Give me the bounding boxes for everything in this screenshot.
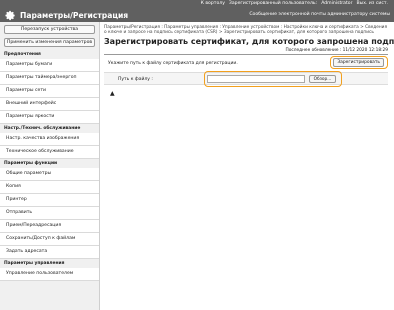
sidebar-item-paper[interactable]: Параметры бумаги	[0, 59, 99, 72]
scroll-top-icon[interactable]: ▲	[110, 90, 392, 97]
instruction-row: Укажите путь к файлу сертификата для рег…	[104, 56, 392, 70]
sidebar-item-copy[interactable]: Копия	[0, 181, 99, 194]
top-bar: К вортолу Зарегистрированный пользовател…	[0, 0, 394, 22]
admin-email-link[interactable]: Сообщение электронной почты администрато…	[249, 12, 390, 17]
sidebar-item-interface[interactable]: Внешний интерфейс	[0, 98, 99, 111]
page-header: Параметры/Регистрация	[5, 10, 128, 21]
apply-settings-button[interactable]: Применить изменения параметров	[4, 38, 95, 47]
divider	[104, 54, 388, 56]
main-content: Параметры/Регистрация : Параметры управл…	[104, 22, 394, 310]
sidebar-section-management: Параметры управления	[4, 261, 65, 266]
sidebar-section-functions: Параметры функции	[4, 161, 58, 166]
sidebar-section-preferences: Предпочтения	[4, 52, 41, 57]
portal-link[interactable]: К вортолу	[199, 1, 227, 9]
instruction-text: Укажите путь к файлу сертификата для рег…	[108, 61, 238, 67]
gear-icon	[5, 10, 15, 21]
user-name: Administrator	[321, 1, 353, 6]
header-links: К вортолу Зарегистрированный пользовател…	[199, 1, 390, 9]
sidebar-item-maintenance[interactable]: Техническое обслуживание	[0, 146, 99, 159]
sidebar-item-destination[interactable]: Задать адресата	[0, 246, 99, 259]
sidebar-item-printer[interactable]: Принтер	[0, 194, 99, 207]
sidebar-item-user-management[interactable]: Управление пользователем	[0, 268, 99, 281]
sidebar-item-network[interactable]: Параметры сети	[0, 85, 99, 98]
sidebar-item-send[interactable]: Отправить	[0, 207, 99, 220]
logout-link[interactable]: Вых. из сист.	[355, 1, 390, 9]
sidebar-item-store-access[interactable]: Сохранить/Доступ к файлам	[0, 233, 99, 246]
breadcrumb: Параметры/Регистрация : Параметры управл…	[104, 25, 388, 36]
file-path-label: Путь к файлу :	[118, 77, 153, 83]
register-highlight	[330, 56, 388, 70]
sidebar-item-image-quality[interactable]: Настр. качества изображения	[0, 133, 99, 146]
sidebar-item-brightness[interactable]: Параметры яркости	[0, 111, 99, 124]
last-update: Последнее обновление : 11/12 2020 12:18:…	[285, 48, 388, 54]
file-path-row: Путь к файлу : Обзор...	[104, 71, 388, 88]
registered-user-label: Зарегистрированный пользователь:	[228, 1, 318, 6]
file-input-highlight	[204, 71, 342, 88]
sidebar-item-receive[interactable]: Прием/Переадресация	[0, 220, 99, 233]
restart-device-button[interactable]: Перезапуск устройства	[4, 25, 95, 34]
page-title: Зарегистрировать сертификат, для которог…	[104, 37, 394, 47]
app-title: Параметры/Регистрация	[20, 11, 129, 20]
sidebar: Перезапуск устройства Применить изменени…	[0, 22, 100, 310]
sidebar-item-timer[interactable]: Параметры таймера/энергоп	[0, 72, 99, 85]
sidebar-section-maintenance: Настр./Технич. обслуживание	[4, 126, 81, 131]
sidebar-item-common[interactable]: Общие параметры	[0, 168, 99, 181]
